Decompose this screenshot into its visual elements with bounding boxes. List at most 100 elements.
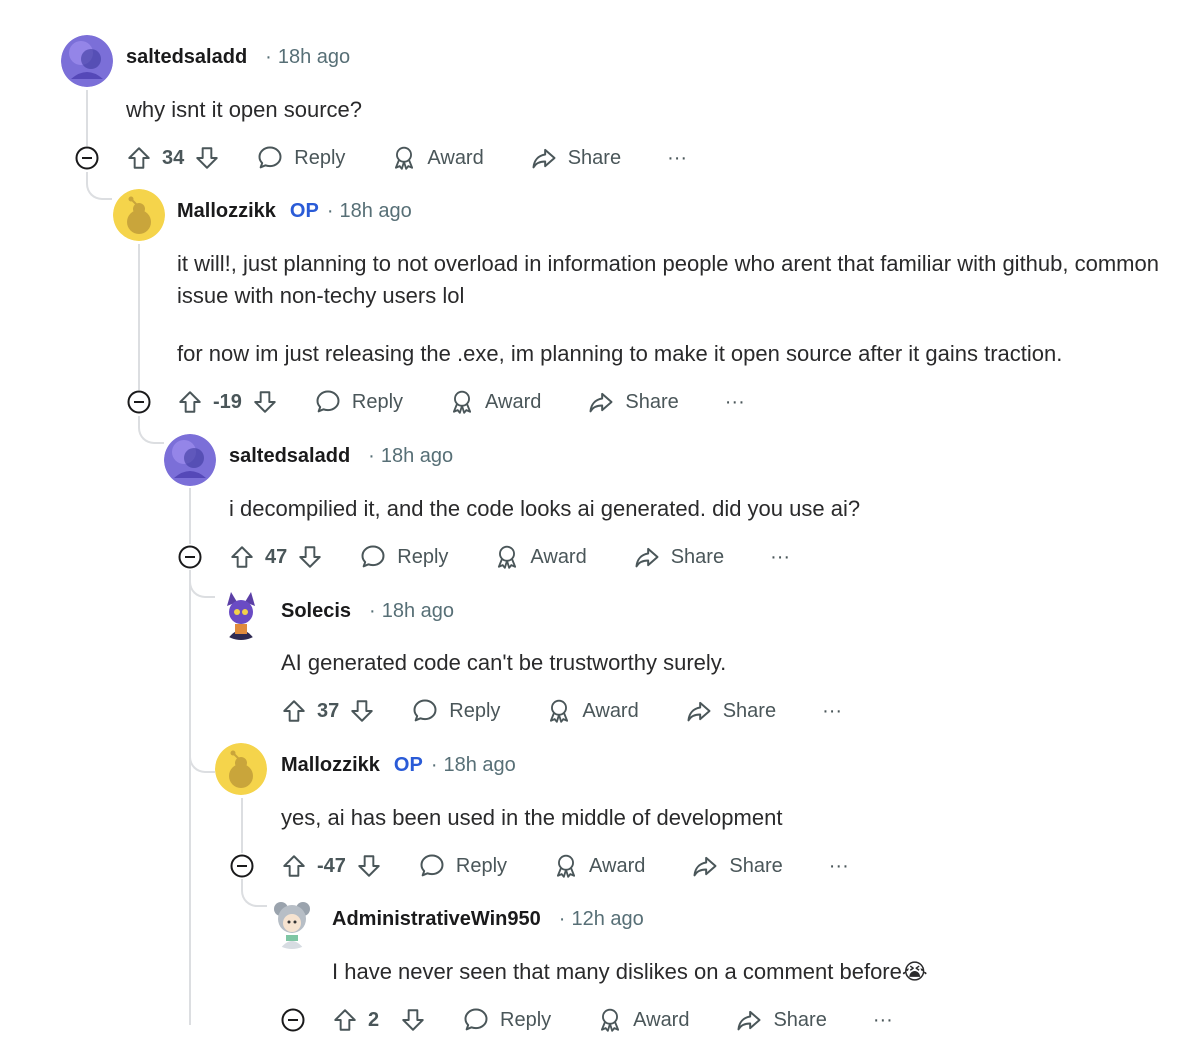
award-button[interactable]: Award [494, 544, 587, 570]
comment-body: AI generated code can't be trustworthy s… [281, 647, 1161, 679]
comment-body: why isnt it open source? [126, 94, 1166, 126]
thread-curve [189, 570, 215, 598]
more-options-label: ··· [724, 390, 745, 413]
arrow-up-icon[interactable] [177, 389, 203, 415]
username[interactable]: AdministrativeWin950 [332, 908, 541, 930]
timestamp: 18h ago [443, 754, 516, 776]
collapse-minus-icon [230, 854, 254, 878]
comment-meta: Solecis · 18h ago [281, 600, 454, 623]
more-options-button[interactable]: ··· [725, 391, 745, 414]
arrow-down-icon[interactable] [349, 698, 375, 724]
separator-dot: · [558, 908, 566, 930]
op-badge: OP [393, 754, 423, 776]
award-button[interactable]: Award [391, 145, 484, 171]
award-ribbon-icon [601, 1008, 620, 1032]
award-button[interactable]: Award [546, 698, 639, 724]
share-label: Share [773, 1008, 827, 1031]
share-button[interactable]: Share [735, 1006, 827, 1034]
vote-group: 37 [281, 698, 375, 724]
share-button[interactable]: Share [530, 144, 621, 172]
more-options-button[interactable]: ··· [667, 147, 687, 170]
share-button[interactable]: Share [691, 852, 783, 880]
more-options-label: ··· [667, 146, 688, 169]
vote-group: 2 [332, 1007, 426, 1033]
share-label: Share [670, 545, 725, 568]
username[interactable]: Solecis [281, 600, 351, 622]
speech-bubble-icon [361, 545, 385, 568]
username[interactable]: Mallozzikk [177, 200, 276, 222]
reply-label: Reply [449, 699, 501, 722]
more-options-label: ··· [822, 699, 843, 722]
award-label: Award [633, 1008, 690, 1031]
reply-button[interactable]: Reply [462, 1006, 551, 1034]
arrow-up-icon[interactable] [126, 145, 152, 171]
collapse-button[interactable] [127, 390, 151, 414]
share-label: Share [729, 854, 783, 877]
award-button[interactable]: Award [553, 853, 645, 879]
vote-score: 47 [265, 545, 288, 568]
vote-group: 47 [229, 544, 323, 570]
share-button[interactable]: Share [633, 543, 724, 571]
more-options-button[interactable]: ··· [873, 1009, 893, 1032]
avatar[interactable] [61, 35, 113, 87]
share-button[interactable]: Share [587, 388, 679, 416]
arrow-down-icon[interactable] [252, 389, 278, 415]
username[interactable]: saltedsaladd [229, 445, 350, 467]
comment-paragraph: AI generated code can't be trustworthy s… [281, 650, 727, 675]
collapse-button[interactable] [281, 1008, 305, 1032]
arrow-down-icon[interactable] [297, 544, 323, 570]
share-arrow-icon [693, 856, 717, 877]
comment-paragraph: I have never seen that many dislikes on … [332, 959, 928, 984]
reply-button[interactable]: Reply [418, 852, 507, 880]
award-ribbon-icon [550, 699, 569, 723]
reply-button[interactable]: Reply [256, 144, 345, 172]
reply-button[interactable]: Reply [359, 543, 448, 571]
username[interactable]: Mallozzikk [281, 754, 380, 776]
vote-score: -19 [213, 390, 242, 413]
reply-label: Reply [351, 390, 404, 413]
share-button[interactable]: Share [685, 697, 776, 725]
speech-bubble-icon [464, 1008, 488, 1031]
share-arrow-icon [532, 148, 556, 169]
arrow-down-icon[interactable] [356, 853, 382, 879]
more-options-button[interactable]: ··· [829, 855, 849, 878]
collapse-button[interactable] [230, 854, 254, 878]
arrow-up-icon[interactable] [281, 853, 307, 879]
avatar[interactable] [113, 189, 165, 241]
reply-button[interactable]: Reply [411, 697, 500, 725]
vote-score: 2 [368, 1008, 380, 1031]
more-options-button[interactable]: ··· [822, 700, 842, 723]
reply-label: Reply [397, 545, 449, 568]
arrow-up-icon[interactable] [281, 698, 307, 724]
award-button[interactable]: Award [449, 389, 541, 415]
avatar[interactable] [215, 588, 267, 640]
reply-label: Reply [500, 1008, 552, 1031]
comment-actions: 37 Reply Award Share ··· [281, 693, 842, 729]
username[interactable]: saltedsaladd [126, 46, 247, 68]
award-ribbon-icon [557, 854, 576, 878]
collapse-minus-icon [178, 545, 202, 569]
reply-button[interactable]: Reply [314, 388, 403, 416]
avatar[interactable] [164, 434, 216, 486]
collapse-button[interactable] [178, 545, 202, 569]
award-button[interactable]: Award [597, 1007, 689, 1033]
more-options-label: ··· [770, 545, 791, 568]
collapse-minus-icon [75, 146, 99, 170]
award-label: Award [427, 146, 484, 169]
collapse-button[interactable] [75, 146, 99, 170]
arrow-up-icon[interactable] [332, 1007, 358, 1033]
avatar[interactable] [266, 897, 318, 949]
award-label: Award [582, 699, 639, 722]
vote-group: -19 [177, 389, 278, 415]
timestamp: 12h ago [571, 908, 644, 930]
award-ribbon-icon [498, 545, 517, 569]
avatar[interactable] [215, 743, 267, 795]
separator-dot: · [369, 600, 376, 622]
arrow-up-icon[interactable] [229, 544, 255, 570]
more-options-button[interactable]: ··· [770, 546, 790, 569]
speech-bubble-icon [420, 854, 444, 877]
arrow-down-icon[interactable] [400, 1007, 426, 1033]
comment-meta: saltedsaladd · 18h ago [229, 445, 453, 468]
arrow-down-icon[interactable] [194, 145, 220, 171]
comment-meta: Mallozzikk OP · 18h ago [281, 754, 516, 777]
